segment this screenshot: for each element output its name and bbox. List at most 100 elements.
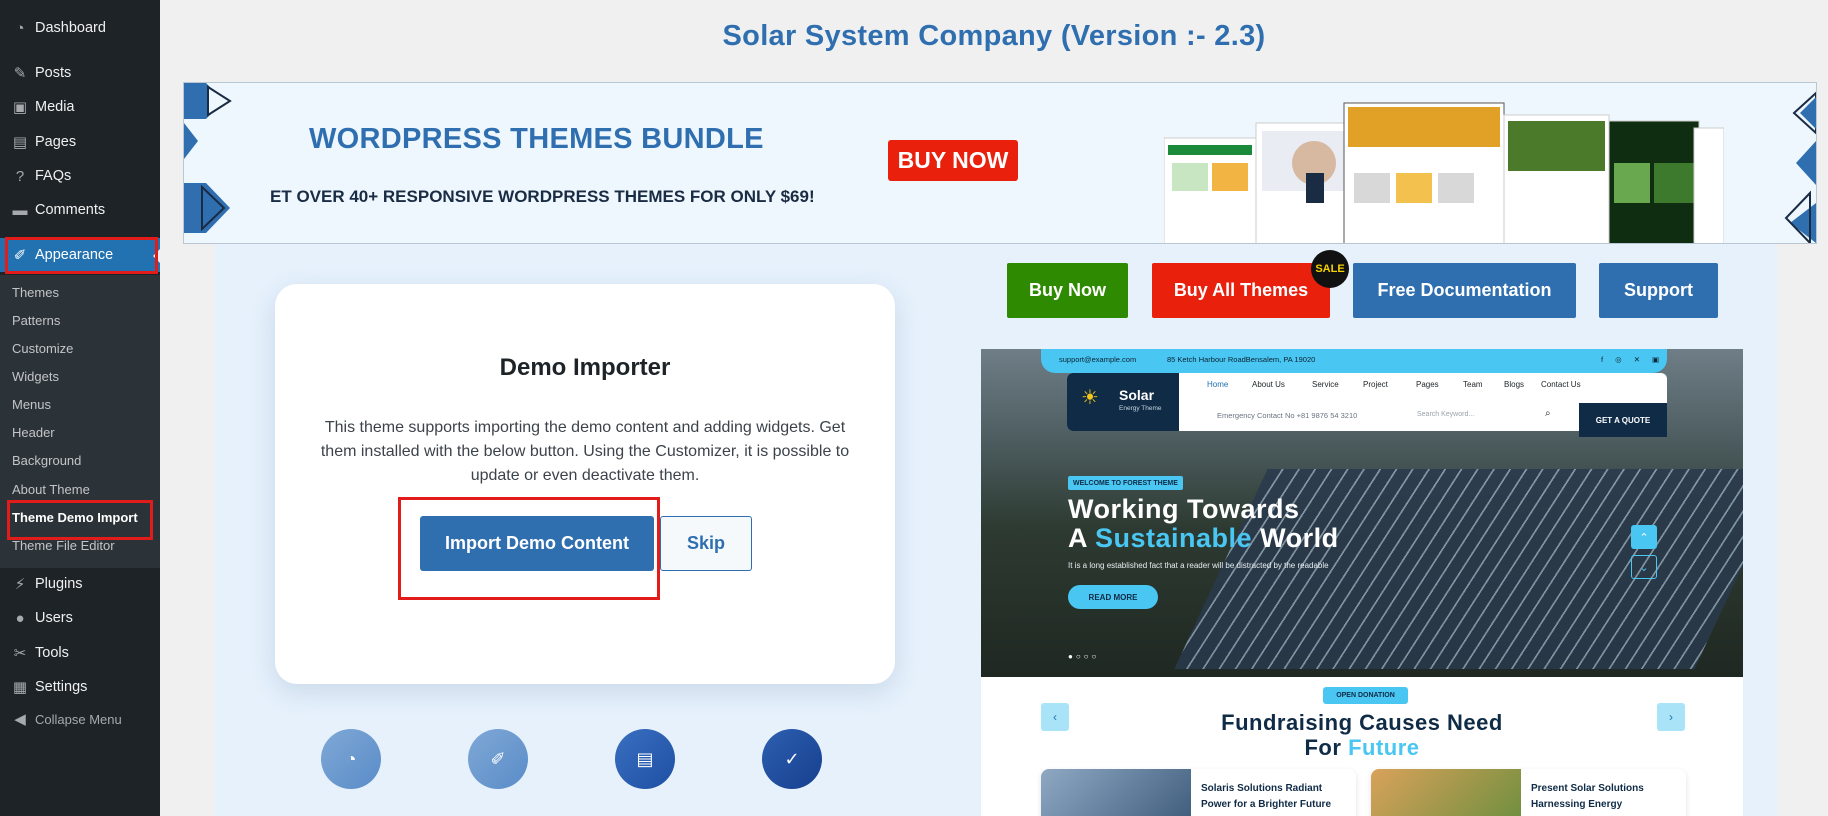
preview-nav-home: Home	[1207, 380, 1229, 389]
preview-welcome-badge: WELCOME TO FOREST THEME	[1068, 476, 1183, 490]
sidebar-item-posts[interactable]: ✎ Posts	[0, 56, 160, 90]
sidebar-item-label: Plugins	[35, 576, 83, 592]
preview-nav-contact: Contact Us	[1541, 380, 1581, 389]
importer-title: Demo Importer	[499, 354, 671, 381]
submenu-themes[interactable]: Themes	[12, 285, 59, 300]
cause-title: Present Solar Solutions Harnessing Energ…	[1531, 783, 1644, 810]
highlight-import-button	[398, 497, 660, 600]
preview-hero: support@example.com 85 Ketch Harbour Roa…	[981, 349, 1743, 677]
banner-buy-now-button[interactable]: BUY NOW	[888, 140, 1018, 181]
sidebar-item-label: Posts	[35, 65, 72, 81]
sidebar-item-label: Tools	[35, 645, 69, 661]
highlight-appearance	[5, 237, 158, 274]
submenu-menus[interactable]: Menus	[12, 397, 51, 412]
logo-text: Solar	[1119, 387, 1155, 403]
banner-heading: WORDPRESS THEMES BUNDLE	[309, 123, 764, 155]
media-icon: ▣	[12, 99, 28, 116]
social-icons: f ◎ ✕ ▣	[1601, 355, 1665, 364]
plugin-icon: ⚡	[14, 576, 26, 593]
cause-title: Solaris Solutions Radiant Power for a Br…	[1201, 783, 1332, 810]
wrench-icon: ✂	[13, 645, 27, 662]
sidebar-item-label: Collapse Menu	[35, 711, 122, 727]
banner-right-decoration-icon	[1784, 91, 1816, 243]
sidebar-item-comments[interactable]: ▬ Comments	[0, 193, 160, 227]
demo-importer-card: Demo Importer This theme supports import…	[275, 284, 895, 684]
sidebar-item-label: Media	[35, 99, 75, 115]
preview-causes-section: OPEN DONATION ‹ › Fundraising Causes Nee…	[981, 677, 1743, 816]
theme-screenshots-collage-icon	[1164, 102, 1724, 243]
banner-subheading: ET OVER 40+ RESPONSIVE WORDPRESS THEMES …	[270, 187, 815, 206]
sidebar-item-label: Dashboard	[35, 20, 106, 36]
collapse-icon: ◀	[14, 711, 26, 728]
buy-all-themes-button[interactable]: Buy All Themes	[1152, 263, 1330, 318]
submenu-widgets[interactable]: Widgets	[12, 369, 59, 384]
sun-icon: ☀	[1081, 387, 1099, 409]
preview-top-strip: support@example.com 85 Ketch Harbour Roa…	[1041, 349, 1667, 373]
dashboard-icon: ◔	[15, 19, 25, 37]
sidebar-item-label: Settings	[35, 679, 88, 695]
preview-logo: ☀ Solar Energy Theme	[1067, 373, 1179, 431]
logo-tagline: Energy Theme	[1119, 405, 1162, 412]
step-brush-icon: ✐	[468, 729, 528, 789]
preview-cause-card: Solaris Solutions Radiant Power for a Br…	[1041, 769, 1356, 816]
preview-nav-blogs: Blogs	[1504, 380, 1525, 389]
chevron-up-icon: ⌃	[1631, 525, 1657, 549]
cause-image	[1041, 769, 1191, 816]
collapse-menu[interactable]: ◀ Collapse Menu	[0, 702, 160, 736]
submenu-theme-file-editor[interactable]: Theme File Editor	[12, 538, 115, 553]
preview-hero-heading: Working Towards A Sustainable World	[1068, 494, 1339, 553]
preview-nav-pages: Pages	[1416, 380, 1439, 389]
promo-banner[interactable]: WORDPRESS THEMES BUNDLE ET OVER 40+ RESP…	[183, 82, 1817, 244]
user-icon: ●	[15, 609, 25, 627]
buy-now-button[interactable]: Buy Now	[1007, 263, 1128, 318]
step-widgets-icon: ▤	[615, 729, 675, 789]
sidebar-item-tools[interactable]: ✂ Tools	[0, 636, 160, 670]
settings-icon: ▦	[12, 679, 28, 696]
preview-donation-badge: OPEN DONATION	[1323, 687, 1408, 704]
preview-nav-service: Service	[1312, 380, 1339, 389]
slider-dots: ●○○○	[1068, 652, 1100, 661]
highlight-theme-demo-import	[7, 500, 153, 540]
preview-address: 85 Ketch Harbour RoadBensalem, PA 19020	[1167, 355, 1316, 364]
preview-email: support@example.com	[1059, 355, 1137, 364]
sidebar-item-label: Users	[35, 610, 73, 626]
skip-button[interactable]: Skip	[660, 516, 752, 571]
preview-nav-project: Project	[1363, 380, 1388, 389]
sidebar-item-pages[interactable]: ▤ Pages	[0, 125, 160, 159]
sidebar-item-media[interactable]: ▣ Media	[0, 90, 160, 124]
submenu-about-theme[interactable]: About Theme	[12, 482, 90, 497]
free-documentation-button[interactable]: Free Documentation	[1353, 263, 1576, 318]
sidebar-item-faqs[interactable]: ? FAQs	[0, 159, 160, 193]
pin-icon: ✎	[13, 65, 27, 82]
comment-icon: ▬	[12, 201, 28, 219]
pages-icon: ▤	[12, 134, 28, 151]
sidebar-item-users[interactable]: ● Users	[0, 601, 160, 635]
submenu-header[interactable]: Header	[12, 425, 55, 440]
sidebar-item-settings[interactable]: ▦ Settings	[0, 670, 160, 704]
submenu-customize[interactable]: Customize	[12, 341, 73, 356]
preview-hero-text: It is a long established fact that a rea…	[1068, 561, 1329, 570]
chevron-down-icon: ⌄	[1631, 555, 1657, 579]
preview-navbar: ☀ Solar Energy Theme Home About Us Servi…	[1067, 373, 1667, 437]
preview-search-placeholder: Search Keyword...	[1417, 411, 1475, 418]
cause-image	[1371, 769, 1521, 816]
step-check-icon: ✓	[762, 729, 822, 789]
preview-cause-card: Present Solar Solutions Harnessing Energ…	[1371, 769, 1686, 816]
search-icon: ⌕	[1545, 408, 1551, 419]
support-button[interactable]: Support	[1599, 263, 1718, 318]
preview-section-title: Fundraising Causes Need For Future	[1221, 710, 1503, 760]
sidebar-item-label: Comments	[35, 202, 106, 218]
submenu-patterns[interactable]: Patterns	[12, 313, 60, 328]
preview-nav-about: About Us	[1252, 380, 1285, 389]
question-icon: ?	[15, 167, 25, 185]
admin-sidebar: ◔ Dashboard ✎ Posts ▣ Media ▤ Pages ? FAQs ▬ C…	[0, 0, 160, 816]
page-title: Solar System Company (Version :- 2.3)	[722, 20, 1266, 52]
submenu-background[interactable]: Background	[12, 453, 81, 468]
sidebar-item-dashboard[interactable]: ◔ Dashboard	[0, 11, 160, 45]
sale-badge: SALE	[1311, 250, 1349, 288]
sidebar-item-label: FAQs	[35, 168, 72, 184]
banner-left-decoration-icon	[184, 83, 232, 233]
sidebar-item-plugins[interactable]: ⚡ Plugins	[0, 567, 160, 601]
sidebar-item-label: Pages	[35, 134, 77, 150]
preview-emergency-contact: Emergency Contact No +81 9876 54 3210	[1217, 411, 1358, 420]
